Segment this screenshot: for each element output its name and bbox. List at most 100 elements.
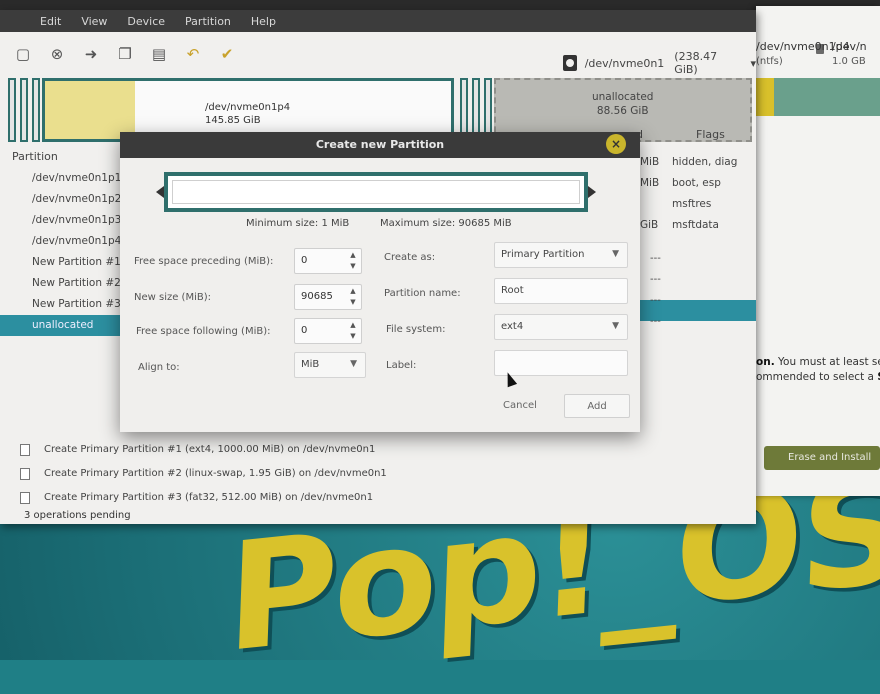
undo-icon[interactable]: ↶ [182,43,204,65]
partition-block-size: 145.85 GiB [205,115,261,126]
used-cell: MiB [640,177,660,189]
cancel-button[interactable]: Cancel [492,394,548,418]
status-bar: 3 operations pending [24,510,131,521]
device-selector[interactable]: /dev/nvme0n1 (238.47 GiB) ▾ [563,50,756,76]
chevron-down-icon: ▼ [612,249,619,259]
file-system-dropdown[interactable]: ext4 ▼ [494,314,628,340]
create-as-value: Primary Partition [501,249,585,260]
cancel-icon[interactable]: ⊗ [46,43,68,65]
flags-column: hidden, diag boot, esp msftres msftdata [672,152,737,236]
list-item[interactable]: Create Primary Partition #1 (ext4, 1000.… [20,438,387,462]
used-cell: GiB [640,219,659,231]
apply-arrow-icon[interactable]: ➜ [80,43,102,65]
dialog-title-bar[interactable]: Create new Partition × [120,132,640,158]
partition-name-value: Root [501,285,524,296]
partition-resize-frame[interactable] [164,172,588,212]
list-item[interactable]: New Partition #1 [0,252,136,273]
new-size-spinner[interactable]: 90685 ▲ ▼ [294,284,362,310]
new-size-label: New size (MiB): [134,292,211,303]
list-item[interactable]: /dev/nvme0n1p2 [0,189,136,210]
free-preceding-spinner[interactable]: 0 ▲ ▼ [294,248,362,274]
label-input[interactable] [494,350,628,376]
menu-bar: Edit View Device Partition Help [0,10,756,32]
list-item[interactable]: /dev/nvme0n1p1 [0,168,136,189]
device-selector-size: (238.47 GiB) [674,50,718,76]
maximum-size-label: Maximum size: 90685 MiB [380,218,512,229]
partition-name-label: Partition name: [384,288,461,299]
used-cell: MiB [640,156,660,168]
increment-icon[interactable]: ▲ [347,320,359,331]
installer-window: /dev/nvme0n1p4 (ntfs) /dev/n 1.0 GB on. … [756,6,880,496]
partition-name-input[interactable]: Root [494,278,628,304]
erase-and-install-button[interactable]: Erase and Install [764,446,880,470]
list-item[interactable]: New Partition #2 [0,273,136,294]
create-partition-dialog: Create new Partition × Minimum size: 1 M… [120,132,640,432]
pending-operations-list: Create Primary Partition #1 (ext4, 1000.… [20,438,387,510]
create-as-dropdown[interactable]: Primary Partition ▼ [494,242,628,268]
align-to-value: MiB [301,359,320,370]
list-item[interactable]: Create Primary Partition #3 (fat32, 512.… [20,486,387,510]
partition-block-p1[interactable] [8,78,16,142]
file-system-label: File system: [386,324,446,335]
decrement-icon[interactable]: ▼ [347,331,359,342]
flags-cell: msftdata [672,219,719,231]
new-icon[interactable]: ▢ [12,43,34,65]
free-following-label: Free space following (MiB): [136,326,271,337]
selected-row-highlight[interactable] [620,300,756,321]
partition-column-header[interactable]: Partition [12,150,58,163]
chevron-down-icon: ▾ [750,56,756,70]
partition-resizer[interactable] [156,172,596,212]
align-to-dropdown[interactable]: MiB ▼ [294,352,366,378]
close-icon[interactable]: × [606,134,626,154]
dash-cell: --- [650,295,661,306]
document-icon [20,492,30,504]
chevron-down-icon: ▼ [350,359,357,369]
free-following-value: 0 [301,325,308,336]
copy-icon[interactable]: ❐ [114,43,136,65]
resize-left-handle-icon[interactable] [156,186,164,198]
used-cell [640,194,659,215]
disk-icon [563,55,577,71]
paste-icon[interactable]: ▤ [148,43,170,65]
partition-block-name: /dev/nvme0n1p4 [205,102,291,113]
align-to-label: Align to: [138,362,180,373]
used-column: MiB MiB GiB [640,152,659,236]
list-item[interactable]: /dev/nvme0n1p4 [0,231,136,252]
increment-icon[interactable]: ▲ [347,286,359,297]
free-following-spinner[interactable]: 0 ▲ ▼ [294,318,362,344]
list-item[interactable]: /dev/nvme0n1p3 [0,210,136,231]
list-item[interactable]: New Partition #3 [0,294,136,315]
unallocated-block-name: unallocated [592,91,654,103]
flags-dash-column: --- --- --- --- [650,248,661,332]
decrement-icon[interactable]: ▼ [347,297,359,308]
create-as-label: Create as: [384,252,436,263]
dialog-title: Create new Partition [315,138,445,151]
flags-column-header[interactable]: Flags [696,128,725,141]
menu-edit[interactable]: Edit [30,15,71,28]
dash-cell: --- [650,253,661,264]
partition-block-p3[interactable] [32,78,40,142]
menu-help[interactable]: Help [241,15,286,28]
decrement-icon[interactable]: ▼ [347,261,359,272]
chevron-down-icon: ▼ [612,321,619,331]
partition-block-p2[interactable] [20,78,28,142]
file-system-value: ext4 [501,321,524,332]
add-button[interactable]: Add [564,394,630,418]
menu-device[interactable]: Device [117,15,175,28]
list-item-selected[interactable]: unallocated [0,315,136,336]
partition-list: /dev/nvme0n1p1 /dev/nvme0n1p2 /dev/nvme0… [0,168,136,336]
list-item[interactable]: Create Primary Partition #2 (linux-swap,… [20,462,387,486]
minimum-size-label: Minimum size: 1 MiB [246,218,350,229]
apply-check-icon[interactable]: ✔ [216,43,238,65]
installer-device2-name: /dev/n [832,40,867,53]
installer-disk-bar[interactable] [756,78,880,116]
increment-icon[interactable]: ▲ [347,250,359,261]
resize-right-handle-icon[interactable] [588,186,596,198]
menu-view[interactable]: View [71,15,117,28]
document-icon [20,468,30,480]
dash-cell: --- [650,274,661,285]
flags-cell: hidden, diag [672,156,738,168]
menu-partition[interactable]: Partition [175,15,241,28]
used-space-fill [45,81,135,139]
unallocated-block-size: 88.56 GiB [596,105,649,117]
